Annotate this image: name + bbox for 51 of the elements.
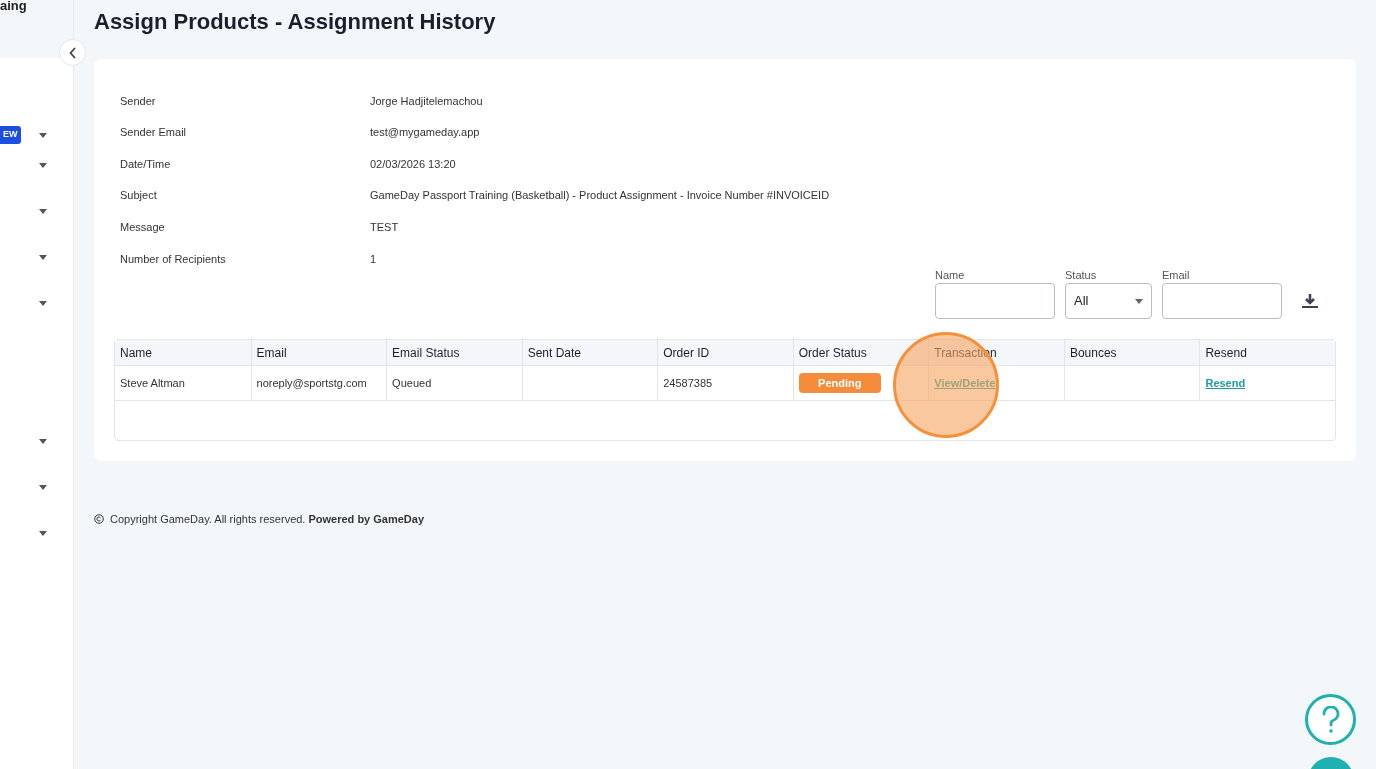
detail-label: Date/Time (120, 156, 172, 172)
name-field[interactable] (935, 283, 1055, 320)
detail-label: Subject (120, 188, 158, 204)
download-icon (1301, 293, 1319, 310)
field-label: Name (935, 267, 966, 283)
detail-value: TEST (370, 219, 399, 235)
caret-icon (39, 208, 47, 214)
table-link[interactable]: Resend (1205, 374, 1246, 392)
detail-value: Jorge Hadjitelemachou (370, 93, 483, 109)
detail-label: Sender Email (120, 125, 188, 141)
column-header: Bounces (1069, 344, 1117, 362)
caret-icon (39, 254, 47, 260)
detail-value: GameDay Passport Training (Basketball) - Product Assignment - Invoice Number #INVOICEID (370, 188, 830, 204)
new-badge: EW (0, 126, 21, 144)
status-badge: Pending (798, 372, 881, 394)
email-field[interactable] (1162, 283, 1282, 320)
caret-icon (39, 484, 47, 490)
detail-value: 02/03/2026 13:20 (370, 156, 456, 172)
caret-icon (39, 530, 47, 536)
table-cell-text: Steve Altman (120, 375, 185, 391)
page-title: Assign Products - Assignment History (94, 8, 497, 36)
column-header: Order ID (663, 344, 710, 362)
detail-label: Number of Recipients (120, 251, 227, 267)
column-header: Email Status (392, 344, 460, 362)
detail-label: Sender (120, 93, 157, 109)
footer-text: Copyright GameDay. All rights reserved. Powered by GameDay (110, 512, 425, 528)
column-header: Order Status (798, 344, 867, 362)
table-link[interactable]: View/Delete (934, 374, 996, 392)
copyright-icon (94, 514, 104, 525)
help-button[interactable] (1305, 694, 1356, 745)
detail-value: test@mygameday.app (370, 125, 480, 141)
detail-label: Message (120, 219, 166, 235)
column-header: Resend (1205, 344, 1247, 362)
sidebar-title: aing (0, 0, 28, 15)
caret-icon (39, 438, 47, 444)
field-label: Status (1065, 267, 1098, 283)
field-label: Email (1162, 267, 1191, 283)
caret-icon (39, 162, 47, 168)
caret-icon (39, 300, 47, 306)
column-header: Email (256, 344, 287, 362)
status-select[interactable]: All (1065, 283, 1152, 320)
table-cell-text: noreply@sportstg.com (256, 375, 367, 391)
help-icon (1321, 705, 1340, 734)
column-header: Sent Date (527, 344, 582, 362)
caret-icon (1135, 298, 1143, 304)
caret-icon (39, 132, 47, 138)
detail-value: 1 (370, 251, 377, 267)
table-cell-text: 24587385 (663, 375, 713, 391)
column-header: Name (120, 344, 152, 362)
chevron-left-icon (68, 46, 77, 59)
table-cell-text: Queued (392, 375, 432, 391)
